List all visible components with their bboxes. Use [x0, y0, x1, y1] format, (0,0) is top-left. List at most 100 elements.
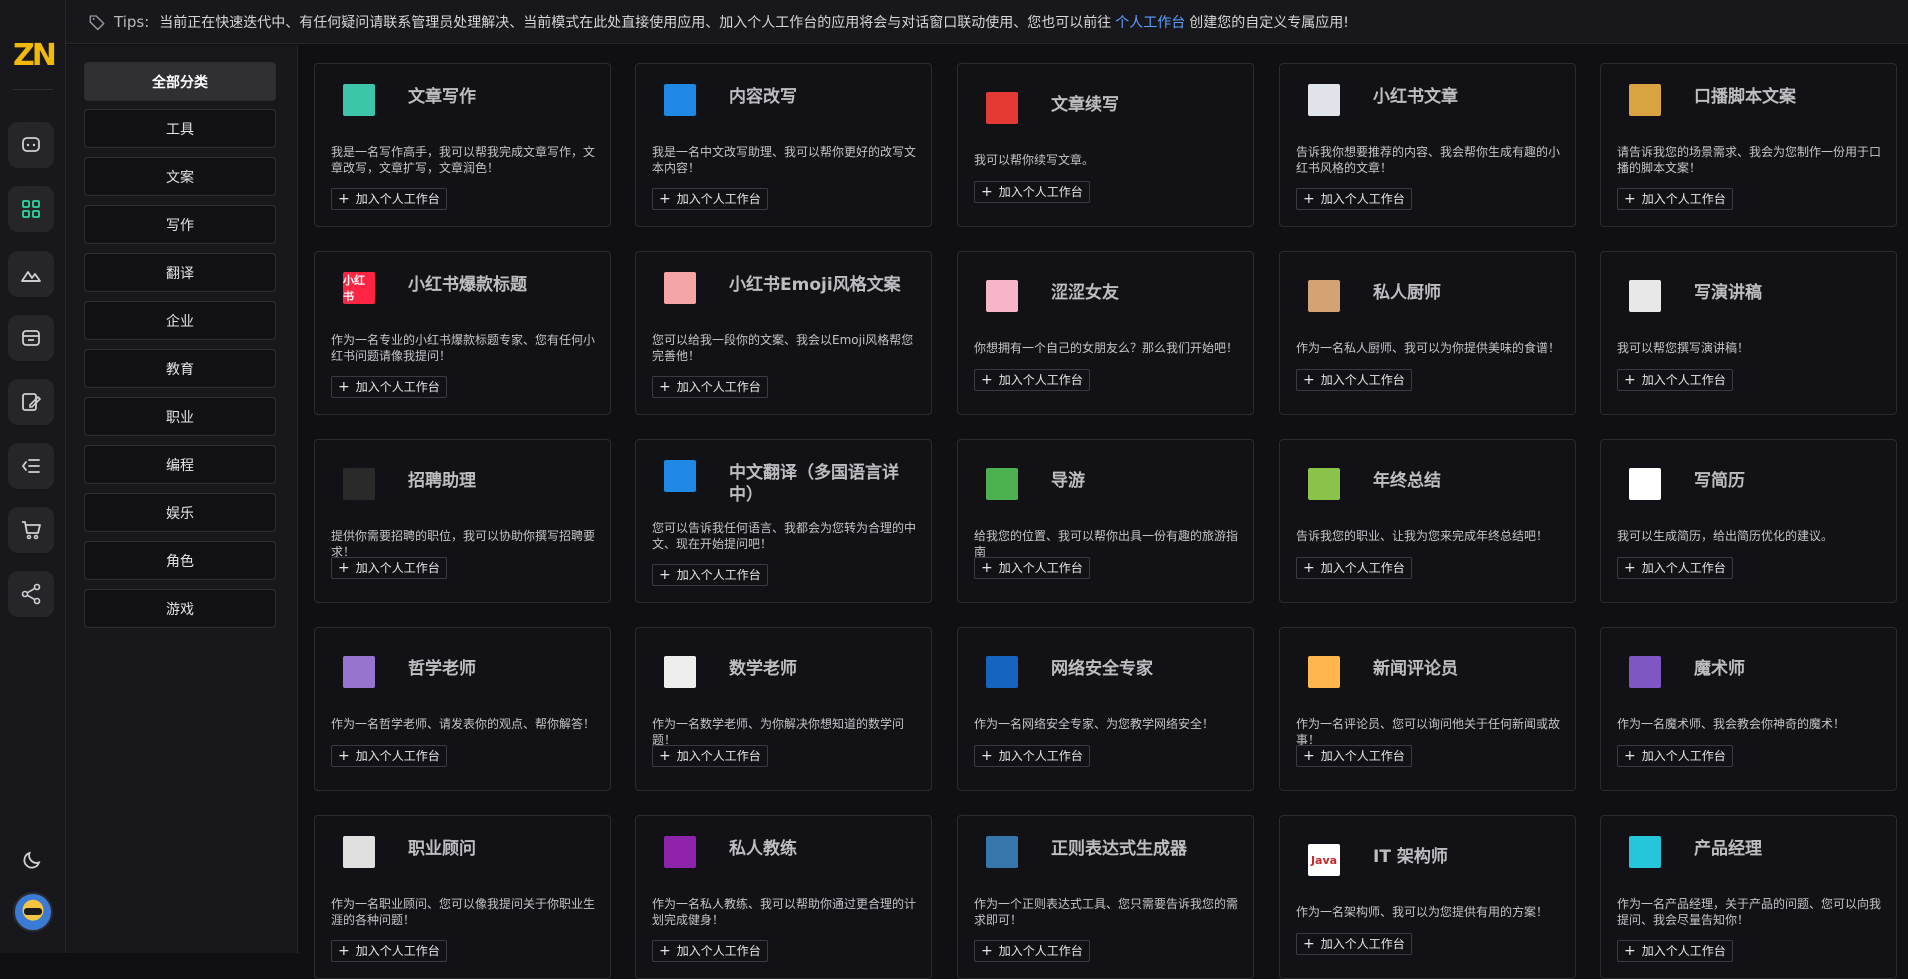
app-card-title: 产品经理 — [1694, 839, 1762, 859]
add-to-workspace-button[interactable]: + 加入个人工作台 — [652, 745, 768, 767]
add-to-workspace-button[interactable]: + 加入个人工作台 — [974, 181, 1090, 203]
add-to-workspace-button[interactable]: + 加入个人工作台 — [1617, 188, 1733, 210]
app-card[interactable]: 网络安全专家 作为一名网络安全专家、为您教学网络安全！ + 加入个人工作台 — [957, 627, 1254, 791]
app-card[interactable]: 小红书Emoji风格文案 您可以给我一段你的文案、我会以Emoji风格帮您完善他！… — [635, 251, 932, 415]
magician-icon — [1629, 656, 1661, 688]
emoji-icon — [664, 272, 696, 304]
report-icon — [1308, 468, 1340, 500]
app-card[interactable]: 新闻评论员 作为一名评论员、您可以询问他关于任何新闻或故事！ + 加入个人工作台 — [1279, 627, 1576, 791]
app-card[interactable]: 数学老师 作为一名数学老师、为你解决你想知道的数学问题！ + 加入个人工作台 — [635, 627, 932, 791]
rail-image-button[interactable] — [8, 251, 54, 297]
workspace-link[interactable]: 个人工作台 — [1115, 12, 1185, 32]
plus-icon: + — [1624, 191, 1636, 207]
add-to-workspace-label: 加入个人工作台 — [355, 192, 440, 206]
app-card-description: 作为一名评论员、您可以询问他关于任何新闻或故事！ — [1296, 717, 1561, 747]
list-collapse-icon — [21, 459, 40, 473]
category-item[interactable]: 游戏 — [84, 589, 276, 628]
app-card[interactable]: 职业顾问 作为一名职业顾问、您可以像我提问关于你职业生涯的各种问题！ + 加入个人工作… — [314, 815, 611, 979]
category-item[interactable]: 职业 — [84, 397, 276, 436]
category-item[interactable]: 编程 — [84, 445, 276, 484]
add-to-workspace-button[interactable]: + 加入个人工作台 — [1296, 557, 1412, 579]
rail-edit-button[interactable] — [8, 379, 54, 425]
add-to-workspace-button[interactable]: + 加入个人工作台 — [652, 940, 768, 962]
add-to-workspace-button[interactable]: + 加入个人工作台 — [331, 940, 447, 962]
plus-icon: + — [659, 379, 671, 395]
moon-icon[interactable] — [20, 848, 44, 872]
add-to-workspace-button[interactable]: + 加入个人工作台 — [652, 376, 768, 398]
app-card[interactable]: 文章续写 我可以帮你续写文章。 + 加入个人工作台 — [957, 63, 1254, 227]
add-to-workspace-button[interactable]: + 加入个人工作台 — [331, 745, 447, 767]
add-to-workspace-button[interactable]: + 加入个人工作台 — [974, 369, 1090, 391]
add-to-workspace-button[interactable]: + 加入个人工作台 — [1617, 940, 1733, 962]
app-card[interactable]: 招聘助理 提供你需要招聘的职位，我可以协助你撰写招聘要求！ + 加入个人工作台 — [314, 439, 611, 603]
category-item[interactable]: 全部分类 — [84, 62, 276, 101]
add-to-workspace-button[interactable]: + 加入个人工作台 — [1617, 745, 1733, 767]
product-icon — [1629, 836, 1661, 868]
category-item[interactable]: 娱乐 — [84, 493, 276, 532]
app-card[interactable]: 写演讲稿 我可以帮您撰写演讲稿！ + 加入个人工作台 — [1600, 251, 1897, 415]
add-to-workspace-label: 加入个人工作台 — [1320, 373, 1405, 387]
app-card[interactable]: Java IT 架构师 作为一名架构师、我可以为您提供有用的方案！ + 加入个人工作台 — [1279, 815, 1576, 979]
rail-box-button[interactable] — [8, 315, 54, 361]
category-item[interactable]: 写作 — [84, 205, 276, 244]
app-card[interactable]: 涩涩女友 你想拥有一个自己的女朋友么？那么我们开始吧！ + 加入个人工作台 — [957, 251, 1254, 415]
add-to-workspace-label: 加入个人工作台 — [676, 568, 761, 582]
recruiter-icon — [343, 468, 375, 500]
app-card[interactable]: 小红书文章 告诉我你想要推荐的内容、我会帮你生成有趣的小红书风格的文章！ + 加入个人… — [1279, 63, 1576, 227]
app-card[interactable]: 私人厨师 作为一名私人厨师、我可以为你提供美味的食谱！ + 加入个人工作台 — [1279, 251, 1576, 415]
rail-list-button[interactable] — [8, 443, 54, 489]
category-item[interactable]: 角色 — [84, 541, 276, 580]
app-card-description: 作为一个正则表达式工具、您只需要告诉我您的需求即可！ — [974, 897, 1239, 927]
app-card[interactable]: 私人教练 作为一名私人教练、我可以帮助你通过更合理的计划完成健身！ + 加入个人工作台 — [635, 815, 932, 979]
add-to-workspace-button[interactable]: + 加入个人工作台 — [974, 745, 1090, 767]
add-to-workspace-button[interactable]: + 加入个人工作台 — [974, 557, 1090, 579]
app-card[interactable]: 写简历 我可以生成简历，给出简历优化的建议。 + 加入个人工作台 — [1600, 439, 1897, 603]
tips-label: Tips: — [114, 12, 150, 31]
app-card-description: 给我您的位置、我可以帮你出具一份有趣的旅游指南 — [974, 529, 1239, 559]
security-icon — [986, 656, 1018, 688]
app-card[interactable]: 中文翻译（多国语言详中） 您可以告诉我任何语言、我都会为您转为合理的中文、现在开始… — [635, 439, 932, 603]
app-card[interactable]: 口播脚本文案 请告诉我您的场景需求、我会为您制作一份用于口播的脚本文案！ + 加入个人… — [1600, 63, 1897, 227]
app-card[interactable]: 文章写作 我是一名写作高手，我可以帮我完成文章写作，文章改写，文章扩写，文章润色！… — [314, 63, 611, 227]
add-to-workspace-button[interactable]: + 加入个人工作台 — [652, 188, 768, 210]
add-to-workspace-button[interactable]: + 加入个人工作台 — [1296, 933, 1412, 955]
add-to-workspace-label: 加入个人工作台 — [998, 185, 1083, 199]
rail-share-button[interactable] — [8, 571, 54, 617]
user-avatar[interactable] — [13, 892, 53, 932]
app-card[interactable]: 内容改写 我是一名中文改写助理、我可以帮你更好的改写文本内容！ + 加入个人工作台 — [635, 63, 932, 227]
add-to-workspace-button[interactable]: + 加入个人工作台 — [1296, 188, 1412, 210]
category-item[interactable]: 教育 — [84, 349, 276, 388]
app-card-description: 您可以告诉我任何语言、我都会为您转为合理的中文、现在开始提问吧！ — [652, 521, 917, 551]
app-card[interactable]: 产品经理 作为一名产品经理，关于产品的问题、您可以向我提问、我会尽量告知你！ + 加入… — [1600, 815, 1897, 979]
rail-apps-button[interactable] — [8, 186, 54, 232]
add-to-workspace-button[interactable]: + 加入个人工作台 — [652, 564, 768, 586]
app-card-description: 你想拥有一个自己的女朋友么？那么我们开始吧！ — [974, 341, 1239, 355]
add-to-workspace-label: 加入个人工作台 — [676, 380, 761, 394]
add-to-workspace-button[interactable]: + 加入个人工作台 — [1617, 557, 1733, 579]
app-card[interactable]: 正则表达式生成器 作为一个正则表达式工具、您只需要告诉我您的需求即可！ + 加入个人工… — [957, 815, 1254, 979]
add-to-workspace-button[interactable]: + 加入个人工作台 — [1296, 745, 1412, 767]
add-to-workspace-button[interactable]: + 加入个人工作台 — [331, 188, 447, 210]
category-item[interactable]: 翻译 — [84, 253, 276, 292]
app-card[interactable]: 年终总结 告诉我您的职业、让我为您来完成年终总结吧！ + 加入个人工作台 — [1279, 439, 1576, 603]
app-card[interactable]: 导游 给我您的位置、我可以帮你出具一份有趣的旅游指南 + 加入个人工作台 — [957, 439, 1254, 603]
plus-icon: + — [981, 560, 993, 576]
pen-icon — [664, 84, 696, 116]
app-card[interactable]: 哲学老师 作为一名哲学老师、请发表你的观点、帮你解答！ + 加入个人工作台 — [314, 627, 611, 791]
app-card[interactable]: 魔术师 作为一名魔术师、我会教会你神奇的魔术！ + 加入个人工作台 — [1600, 627, 1897, 791]
category-item[interactable]: 企业 — [84, 301, 276, 340]
app-card-title: 私人厨师 — [1373, 283, 1441, 303]
plus-icon: + — [1303, 748, 1315, 764]
category-item[interactable]: 工具 — [84, 109, 276, 148]
add-to-workspace-button[interactable]: + 加入个人工作台 — [1617, 369, 1733, 391]
app-card[interactable]: 小红书 小红书爆款标题 作为一名专业的小红书爆款标题专家、您有任何小红书问题请像我提… — [314, 251, 611, 415]
app-logo[interactable]: ZN — [13, 36, 57, 76]
category-item[interactable]: 文案 — [84, 157, 276, 196]
add-to-workspace-button[interactable]: + 加入个人工作台 — [1296, 369, 1412, 391]
category-panel: 全部分类工具文案写作翻译企业教育职业编程娱乐角色游戏 — [66, 45, 298, 953]
add-to-workspace-button[interactable]: + 加入个人工作台 — [331, 557, 447, 579]
add-to-workspace-button[interactable]: + 加入个人工作台 — [974, 940, 1090, 962]
add-to-workspace-button[interactable]: + 加入个人工作台 — [331, 376, 447, 398]
rail-cart-button[interactable] — [8, 507, 54, 553]
rail-chat-button[interactable] — [8, 122, 54, 168]
